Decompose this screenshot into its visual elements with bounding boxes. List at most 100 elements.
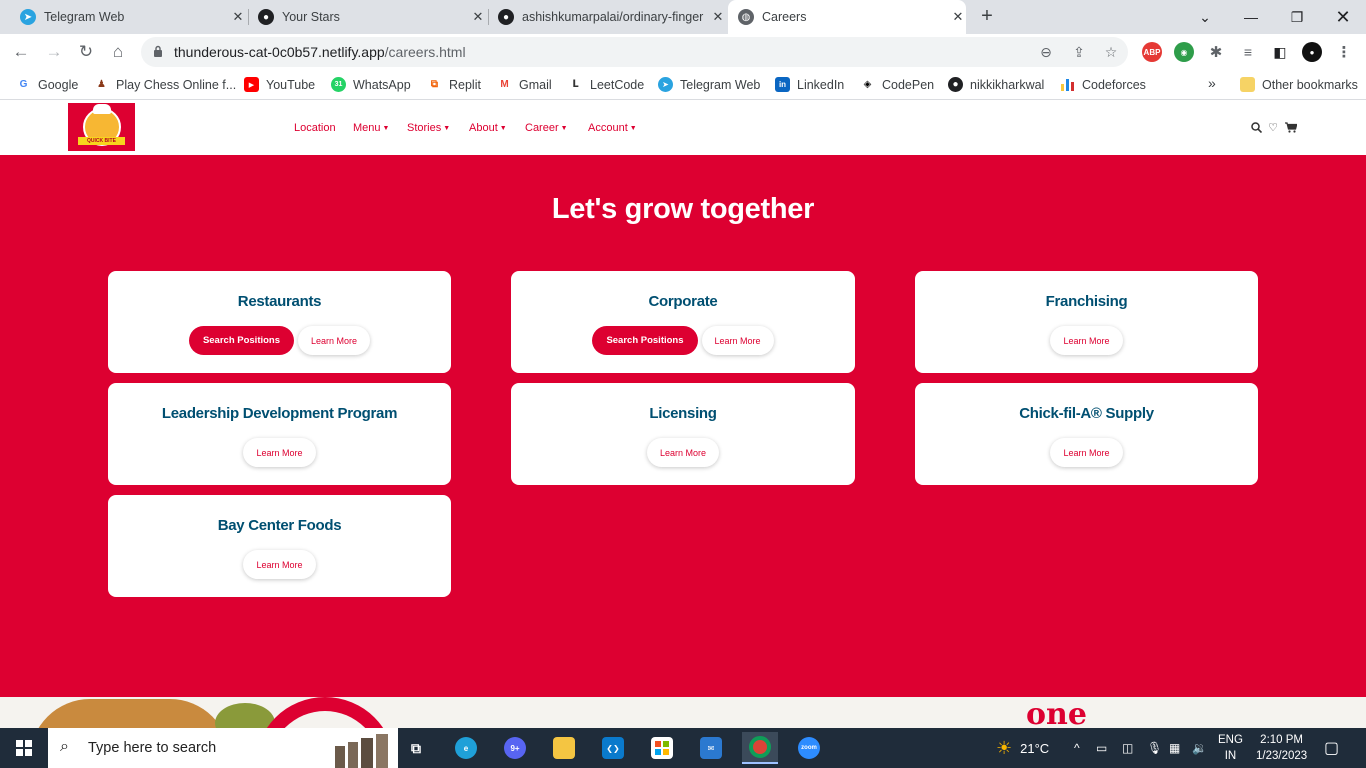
close-icon[interactable]: ✕ xyxy=(950,9,966,25)
taskbar-edge[interactable]: e xyxy=(448,732,484,764)
window-close-button[interactable]: ✕ xyxy=(1320,0,1366,34)
language-indicator[interactable]: ENG IN xyxy=(1218,728,1243,768)
learn-more-button[interactable]: Learn More xyxy=(298,326,371,355)
card-corporate: Corporate Search Positions Learn More xyxy=(511,271,855,373)
tab-label: Telegram Web xyxy=(44,10,125,24)
bookmark-codeforces[interactable]: Codeforces xyxy=(1060,77,1146,92)
notifications-icon[interactable]: ▢ xyxy=(1324,728,1339,768)
close-icon[interactable]: ✕ xyxy=(230,9,246,25)
forward-button[interactable]: → xyxy=(43,41,65,63)
tab-your-stars[interactable]: ● Your Stars ✕ xyxy=(250,0,486,34)
taskbar-zoom[interactable]: zoom xyxy=(791,732,827,764)
lang-bottom: IN xyxy=(1224,750,1237,762)
browser-toolbar: ← → ↻ ⌂ thunderous-cat-0c0b57.netlify.ap… xyxy=(0,34,1366,70)
taskbar-vscode[interactable]: ❮❯ xyxy=(595,732,631,764)
search-positions-button[interactable]: Search Positions xyxy=(188,326,295,355)
page-title: Let's grow together xyxy=(551,193,815,225)
puzzle-extensions-icon[interactable]: ✱ xyxy=(1206,42,1226,62)
card-franchising: Franchising Learn More xyxy=(915,271,1258,373)
other-bookmarks[interactable]: Other bookmarks xyxy=(1240,77,1358,92)
nav-stories[interactable]: Stories ▼ xyxy=(407,122,450,134)
learn-more-button[interactable]: Learn More xyxy=(701,326,774,355)
bookmark-gmail[interactable]: M Gmail xyxy=(497,77,551,92)
search-positions-button[interactable]: Search Positions xyxy=(592,326,698,355)
zoom-icon[interactable]: ⊖ xyxy=(1037,43,1055,61)
tab-telegram[interactable]: ➤ Telegram Web ✕ xyxy=(10,0,246,34)
address-bar[interactable]: thunderous-cat-0c0b57.netlify.app/career… xyxy=(141,37,1128,67)
bookmark-telegram[interactable]: ➤ Telegram Web xyxy=(658,77,760,92)
learn-more-button[interactable]: Learn More xyxy=(243,438,316,467)
bookmark-youtube[interactable]: ▶ YouTube xyxy=(244,77,315,92)
bookmark-leetcode[interactable]: ᒪ LeetCode xyxy=(568,77,644,92)
extension-globe-icon[interactable]: ◉ xyxy=(1174,42,1194,62)
bookmarks-overflow-button[interactable]: » xyxy=(1208,75,1216,91)
one-logo-text: one xyxy=(1026,697,1087,729)
tab-careers[interactable]: ◍ Careers ✕ xyxy=(728,0,966,34)
bookmark-google[interactable]: G Google xyxy=(16,77,79,92)
restore-button[interactable]: ❐ xyxy=(1274,0,1320,34)
taskbar-mail[interactable]: ✉ xyxy=(693,732,729,764)
nav-account[interactable]: Account ▼ xyxy=(588,122,637,134)
github-icon: ● xyxy=(498,9,514,25)
back-button[interactable]: ← xyxy=(10,41,32,63)
battery-icon[interactable]: ▭ xyxy=(1096,728,1107,768)
bookmark-linkedin[interactable]: in LinkedIn xyxy=(775,77,844,92)
url-path: /careers.html xyxy=(384,44,466,60)
heart-icon[interactable]: ♡ xyxy=(1267,121,1279,134)
volume-icon[interactable]: 🔉 xyxy=(1192,728,1207,768)
bookmark-label: Codeforces xyxy=(1082,77,1146,92)
microphone-icon[interactable]: 🎙 xyxy=(1147,728,1162,768)
share-icon[interactable]: ⇪ xyxy=(1070,43,1088,61)
side-panel-icon[interactable]: ◧ xyxy=(1270,42,1290,62)
network-icon[interactable]: ▦ xyxy=(1169,728,1180,768)
chess-icon: ♟ xyxy=(97,79,106,90)
tray-overflow-icon[interactable]: ^ xyxy=(1074,728,1080,768)
moai-illustration-icon xyxy=(335,734,388,768)
more-menu-icon[interactable]: ⋮ xyxy=(1334,42,1354,62)
tab-search-icon[interactable]: ⌄ xyxy=(1182,0,1228,34)
bookmark-label: CodePen xyxy=(882,77,935,92)
bookmark-whatsapp[interactable]: 31 WhatsApp xyxy=(331,77,411,92)
clock[interactable]: 2:10 PM 1/23/2023 xyxy=(1256,728,1307,768)
weather-widget[interactable]: ☀ 21°C xyxy=(996,728,1049,768)
taskbar-store[interactable] xyxy=(644,732,680,764)
task-view-icon: ⧉ xyxy=(411,739,421,756)
nav-menu[interactable]: Menu ▼ xyxy=(353,122,389,134)
taskbar-file-explorer[interactable] xyxy=(546,732,582,764)
taskbar-chrome[interactable] xyxy=(742,732,778,764)
nav-career[interactable]: Career ▼ xyxy=(525,122,568,134)
search-icon[interactable] xyxy=(1250,121,1262,133)
media-control-icon[interactable]: ≡ xyxy=(1238,42,1258,62)
windows-start-icon[interactable] xyxy=(16,740,32,756)
bookmark-label: WhatsApp xyxy=(353,77,411,92)
learn-more-button[interactable]: Learn More xyxy=(243,550,316,579)
adblock-plus-icon[interactable]: ABP xyxy=(1142,42,1162,62)
nav-location[interactable]: Location xyxy=(294,122,336,134)
site-logo[interactable]: QUICK BITE xyxy=(68,103,135,151)
learn-more-button[interactable]: Learn More xyxy=(1050,438,1123,467)
nav-about[interactable]: About ▼ xyxy=(469,122,507,134)
minimize-button[interactable]: — xyxy=(1228,0,1274,34)
bookmark-label: Google xyxy=(38,77,79,92)
taskbar-search[interactable]: ⌕ Type here to search xyxy=(48,728,398,768)
tab-github-repo[interactable]: ● ashishkumarpalai/ordinary-finger ✕ xyxy=(490,0,726,34)
bookmark-chess[interactable]: ♟ Play Chess Online f... xyxy=(94,77,236,92)
taskbar-discord[interactable]: 9+ xyxy=(497,732,533,764)
bookmark-replit[interactable]: ⧉ Replit xyxy=(427,77,481,92)
reload-button[interactable]: ↻ xyxy=(75,41,97,63)
bookmark-github[interactable]: ● nikkikharkwal xyxy=(948,77,1044,92)
bookmark-codepen[interactable]: ◈ CodePen xyxy=(860,77,934,92)
profile-avatar[interactable]: ● xyxy=(1302,42,1322,62)
learn-more-button[interactable]: Learn More xyxy=(1050,326,1123,355)
task-view-button[interactable]: ⧉ xyxy=(398,732,434,764)
close-icon[interactable]: ✕ xyxy=(710,9,726,25)
logo-text: QUICK BITE xyxy=(78,137,125,145)
home-button[interactable]: ⌂ xyxy=(107,41,129,63)
close-icon[interactable]: ✕ xyxy=(470,9,486,25)
camera-icon[interactable]: ◫ xyxy=(1122,728,1133,768)
new-tab-button[interactable]: + xyxy=(976,5,998,27)
cart-icon[interactable] xyxy=(1285,121,1297,133)
learn-more-button[interactable]: Learn More xyxy=(646,438,720,467)
bookmark-star-icon[interactable]: ☆ xyxy=(1102,43,1120,61)
footer-banner-image: one xyxy=(0,697,1366,728)
